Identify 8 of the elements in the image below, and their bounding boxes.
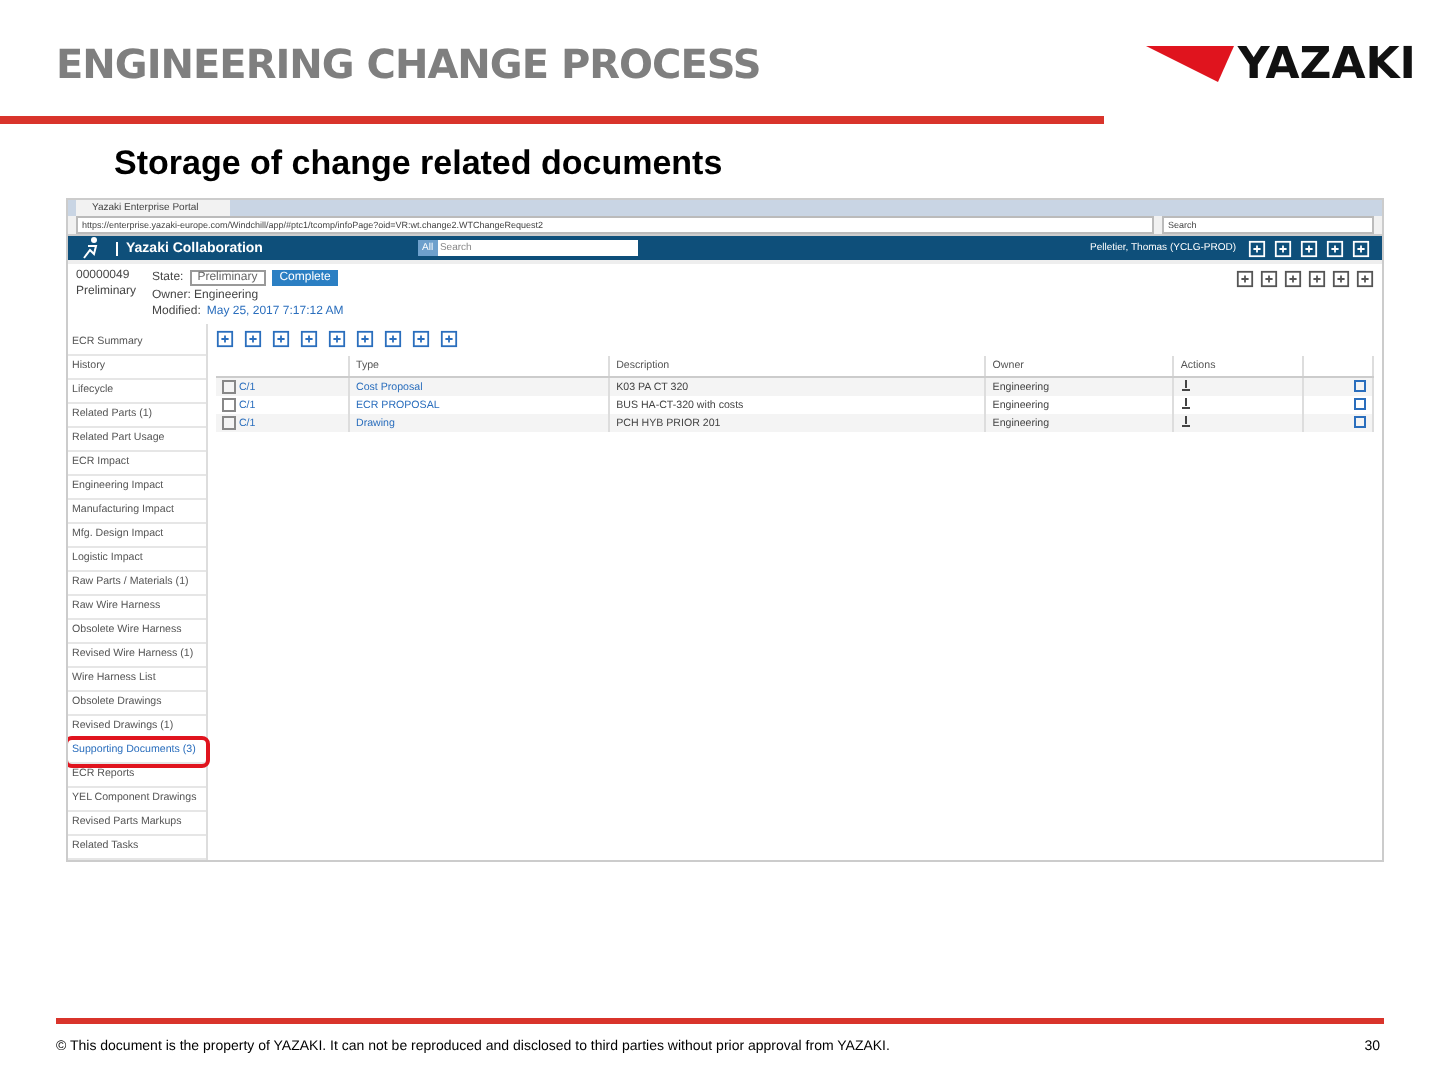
plus-icon[interactable]: [1274, 239, 1292, 257]
slide-subtitle: Storage of change related documents: [114, 144, 725, 186]
row-checkbox[interactable]: [222, 380, 236, 394]
slide-title: ENGINEERING CHANGE PROCESS: [56, 40, 761, 88]
logo-icon: [1145, 42, 1234, 86]
row-checkbox[interactable]: [222, 416, 236, 430]
logo-text: YAZAKI: [1237, 39, 1416, 89]
row-checkbox[interactable]: [222, 398, 236, 412]
